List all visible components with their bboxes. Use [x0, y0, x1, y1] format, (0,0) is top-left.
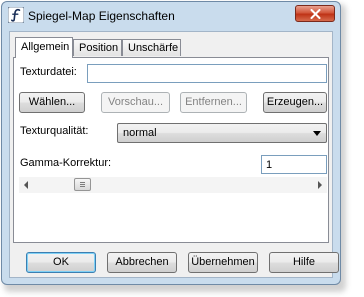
- gamma-label: Gamma-Korrektur:: [20, 157, 112, 169]
- tab-unschaerfe[interactable]: Unschärfe: [122, 39, 181, 56]
- texture-quality-value: normal: [123, 127, 157, 139]
- texture-quality-select[interactable]: normal: [117, 123, 327, 143]
- ok-button[interactable]: OK: [26, 252, 96, 273]
- texture-file-label: Texturdatei:: [20, 66, 77, 78]
- cancel-button[interactable]: Abbrechen: [107, 252, 177, 273]
- window-title: Spiegel-Map Eigenschaften: [28, 9, 175, 23]
- gamma-slider-thumb[interactable]: [73, 178, 91, 191]
- gamma-slider[interactable]: [19, 177, 327, 193]
- tab-label: Unschärfe: [128, 42, 179, 54]
- texture-file-input[interactable]: [87, 64, 327, 83]
- tab-label: Position: [79, 42, 119, 54]
- chevron-down-icon: [313, 131, 321, 136]
- create-button[interactable]: Erzeugen...: [263, 92, 327, 113]
- script-f-icon: [8, 7, 24, 23]
- tab-allgemein[interactable]: Allgemein: [15, 37, 73, 58]
- choose-button[interactable]: Wählen...: [19, 92, 85, 113]
- tab-panel-allgemein: Texturdatei: Wählen... Vorschau... Entfe…: [13, 57, 329, 243]
- dialog-client: Allgemein Position Unschärfe Texturdatei…: [9, 31, 339, 278]
- preview-button[interactable]: Vorschau...: [101, 92, 170, 113]
- title-bar[interactable]: Spiegel-Map Eigenschaften: [2, 2, 340, 30]
- remove-button[interactable]: Entfernen...: [180, 92, 247, 113]
- apply-button[interactable]: Übernehmen: [188, 252, 258, 273]
- help-button[interactable]: Hilfe: [269, 252, 339, 273]
- texture-quality-label: Texturqualität:: [20, 125, 89, 137]
- tab-label: Allgemein: [21, 41, 70, 53]
- dialog-window: Spiegel-Map Eigenschaften Allgemein Posi…: [1, 1, 341, 285]
- scroll-left-icon[interactable]: [24, 181, 28, 189]
- close-icon: [310, 8, 320, 19]
- gamma-input[interactable]: [261, 155, 327, 174]
- close-button[interactable]: [295, 5, 335, 22]
- tab-position[interactable]: Position: [73, 39, 122, 56]
- scroll-right-icon[interactable]: [318, 181, 322, 189]
